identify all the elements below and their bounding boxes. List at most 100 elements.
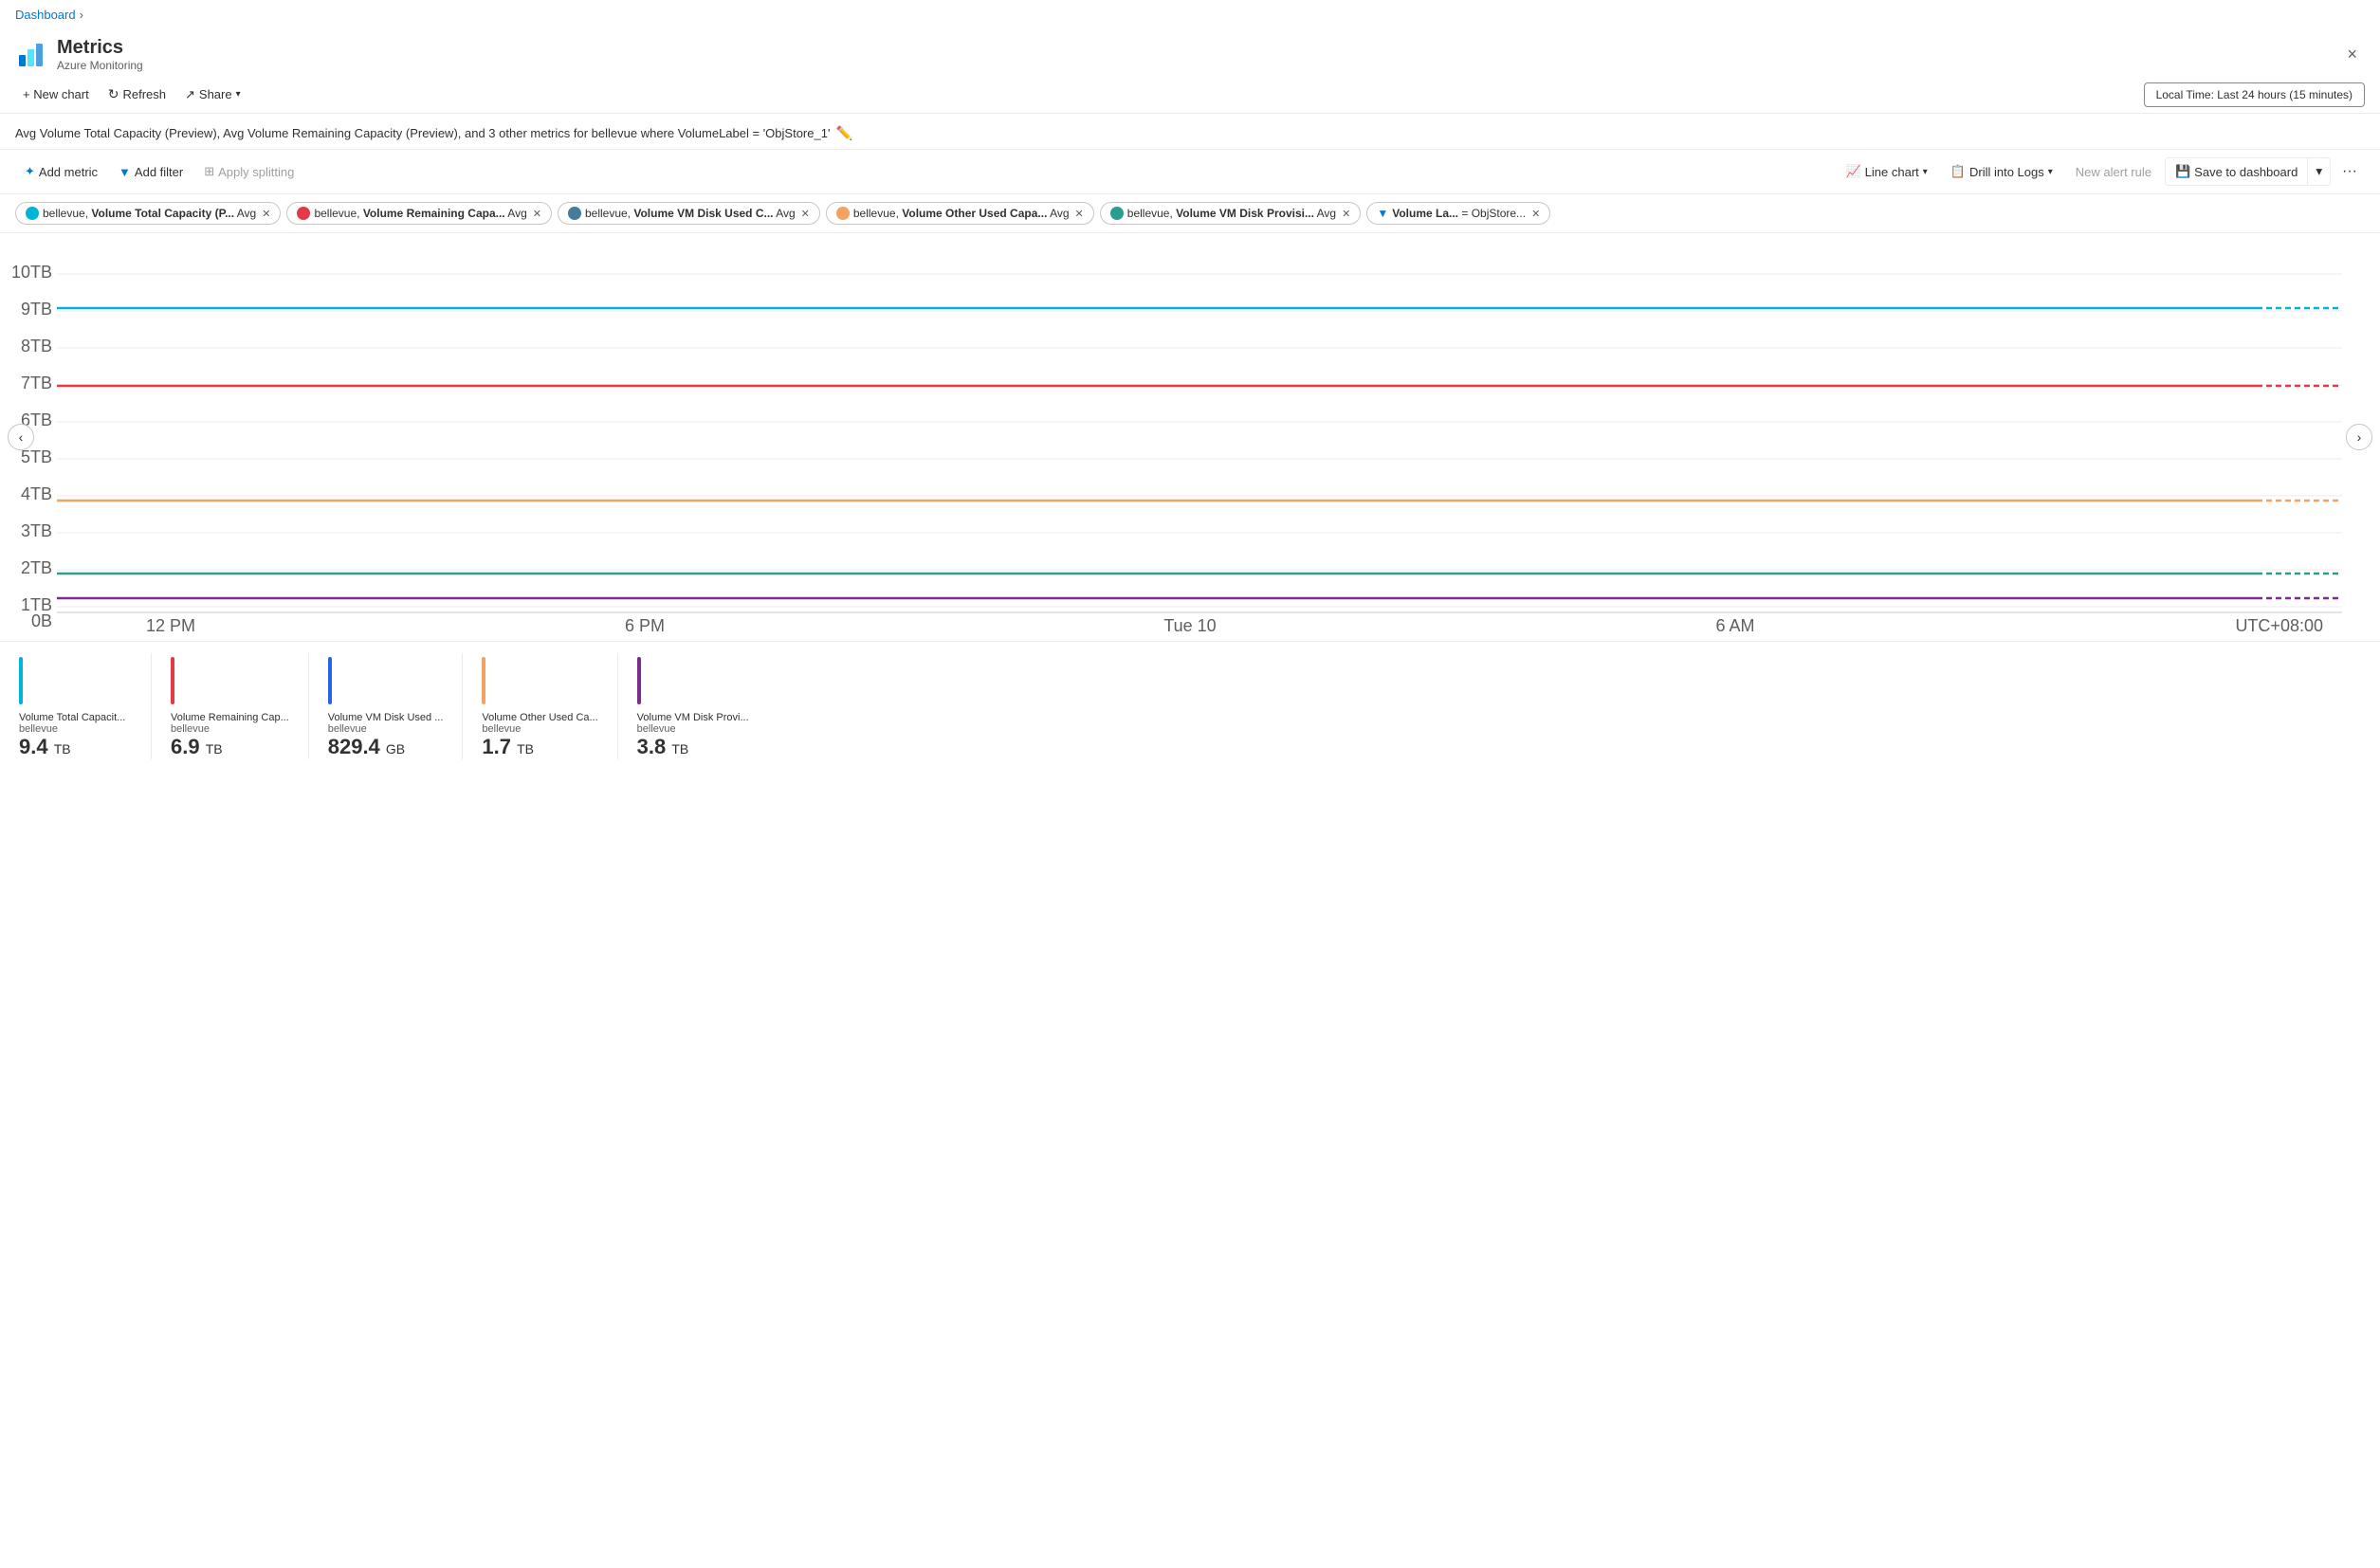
chart-title-text: Avg Volume Total Capacity (Preview), Avg… xyxy=(15,126,830,140)
legend-item-2: Volume Remaining Cap... bellevue 6.9 TB xyxy=(152,653,309,759)
tag-1-text: bellevue, Volume Total Capacity (P... Av… xyxy=(43,207,256,220)
refresh-button[interactable]: ↻ Refresh xyxy=(101,82,174,107)
refresh-icon: ↻ xyxy=(108,86,119,102)
metric-tag-4: bellevue, Volume Other Used Capa... Avg … xyxy=(826,202,1094,225)
share-dropdown-icon: ▾ xyxy=(236,89,241,100)
app-icon xyxy=(15,40,46,70)
legend-item-4: Volume Other Used Ca... bellevue 1.7 TB xyxy=(463,653,617,759)
chart-area: ‹ 10TB 9TB 8TB 7TB 6TB 5TB 4TB 3TB xyxy=(0,233,2380,641)
legend-5-subtitle: bellevue xyxy=(637,723,749,735)
legend-3-color-bar xyxy=(328,657,332,704)
add-metric-icon: ✦ xyxy=(25,164,35,179)
drill-into-logs-button[interactable]: 📋 Drill into Logs ▾ xyxy=(1941,158,2062,185)
svg-text:8TB: 8TB xyxy=(21,337,52,356)
add-metric-button[interactable]: ✦ Add metric xyxy=(15,158,107,185)
tag-2-icon xyxy=(297,207,310,220)
filter-tag: ▼ Volume La... = ObjStore... ✕ xyxy=(1366,202,1550,225)
chart-plot-area: 10TB 9TB 8TB 7TB 6TB 5TB 4TB 3TB 2TB 1TB… xyxy=(0,233,2380,641)
filter-icon: ▼ xyxy=(1377,207,1388,220)
chart-svg: 10TB 9TB 8TB 7TB 6TB 5TB 4TB 3TB 2TB 1TB… xyxy=(0,233,2380,641)
metric-tag-3: bellevue, Volume VM Disk Used C... Avg ✕ xyxy=(558,202,820,225)
tag-3-icon xyxy=(568,207,581,220)
legend-2-content: Volume Remaining Cap... bellevue 6.9 TB xyxy=(171,712,289,759)
svg-text:12 PM: 12 PM xyxy=(146,616,195,635)
legend-3-value: 829.4 GB xyxy=(328,735,444,759)
breadcrumb: Dashboard › xyxy=(0,0,2380,29)
tag-1-icon xyxy=(26,207,39,220)
save-to-dashboard-group: 💾 Save to dashboard ▾ xyxy=(2165,157,2331,186)
tag-4-icon xyxy=(836,207,850,220)
tag-5-icon xyxy=(1110,207,1124,220)
tag-5-close[interactable]: ✕ xyxy=(1342,208,1350,220)
time-range-button[interactable]: Local Time: Last 24 hours (15 minutes) xyxy=(2144,82,2365,107)
svg-text:4TB: 4TB xyxy=(21,484,52,503)
title-block: Metrics Azure Monitoring xyxy=(57,37,143,72)
main-toolbar: + New chart ↻ Refresh ↗ Share ▾ Local Ti… xyxy=(0,76,2380,114)
drill-dropdown-icon: ▾ xyxy=(2048,167,2053,177)
svg-text:5TB: 5TB xyxy=(21,447,52,466)
tag-4-text: bellevue, Volume Other Used Capa... Avg xyxy=(853,207,1070,220)
metric-tag-2: bellevue, Volume Remaining Capa... Avg ✕ xyxy=(286,202,552,225)
svg-text:2TB: 2TB xyxy=(21,558,52,577)
svg-text:9TB: 9TB xyxy=(21,300,52,319)
metric-tag-1: bellevue, Volume Total Capacity (P... Av… xyxy=(15,202,281,225)
metrics-toolbar-left: ✦ Add metric ▼ Add filter ⊞ Apply splitt… xyxy=(15,158,303,185)
edit-title-icon[interactable]: ✏️ xyxy=(835,125,851,141)
legend-4-subtitle: bellevue xyxy=(482,723,597,735)
tag-5-text: bellevue, Volume VM Disk Provisi... Avg xyxy=(1127,207,1336,220)
legend-item-1: Volume Total Capacit... bellevue 9.4 TB xyxy=(19,653,152,759)
save-dropdown-button[interactable]: ▾ xyxy=(2308,157,2331,186)
tag-3-close[interactable]: ✕ xyxy=(801,208,810,220)
page-subtitle: Azure Monitoring xyxy=(57,59,143,72)
metrics-toolbar: ✦ Add metric ▼ Add filter ⊞ Apply splitt… xyxy=(0,150,2380,194)
more-options-button[interactable]: ··· xyxy=(2334,157,2365,186)
legend-1-value: 9.4 TB xyxy=(19,735,125,759)
page-header: Metrics Azure Monitoring × xyxy=(0,29,2380,76)
metric-tag-5: bellevue, Volume VM Disk Provisi... Avg … xyxy=(1100,202,1362,225)
toolbar-left: + New chart ↻ Refresh ↗ Share ▾ xyxy=(15,82,248,107)
tag-2-close[interactable]: ✕ xyxy=(533,208,541,220)
svg-text:3TB: 3TB xyxy=(21,521,52,540)
toolbar-right: Local Time: Last 24 hours (15 minutes) xyxy=(2144,82,2365,107)
breadcrumb-chevron: › xyxy=(80,8,83,22)
legend-5-content: Volume VM Disk Provi... bellevue 3.8 TB xyxy=(637,712,749,759)
legend-3-title: Volume VM Disk Used ... xyxy=(328,712,444,723)
apply-splitting-icon: ⊞ xyxy=(204,164,214,179)
add-filter-icon: ▼ xyxy=(119,165,131,179)
chart-title-bar: Avg Volume Total Capacity (Preview), Avg… xyxy=(0,114,2380,150)
svg-text:10TB: 10TB xyxy=(11,263,52,282)
tag-4-close[interactable]: ✕ xyxy=(1075,208,1084,220)
legend-2-value: 6.9 TB xyxy=(171,735,289,759)
legend-3-content: Volume VM Disk Used ... bellevue 829.4 G… xyxy=(328,712,444,759)
breadcrumb-link[interactable]: Dashboard xyxy=(15,8,76,22)
chart-nav-left-button[interactable]: ‹ xyxy=(8,424,34,450)
tag-2-text: bellevue, Volume Remaining Capa... Avg xyxy=(314,207,526,220)
svg-text:0B: 0B xyxy=(31,611,52,630)
drill-icon: 📋 xyxy=(1950,164,1966,179)
metrics-toolbar-right: 📈 Line chart ▾ 📋 Drill into Logs ▾ New a… xyxy=(1836,157,2365,186)
page-title: Metrics xyxy=(57,37,143,59)
legend-4-content: Volume Other Used Ca... bellevue 1.7 TB xyxy=(482,712,597,759)
svg-text:UTC+08:00: UTC+08:00 xyxy=(2235,616,2323,635)
save-to-dashboard-button[interactable]: 💾 Save to dashboard xyxy=(2165,157,2308,186)
tag-1-close[interactable]: ✕ xyxy=(262,208,270,220)
legend-container: Volume Total Capacit... bellevue 9.4 TB … xyxy=(0,641,2380,771)
legend-2-subtitle: bellevue xyxy=(171,723,289,735)
add-filter-button[interactable]: ▼ Add filter xyxy=(109,159,192,185)
apply-splitting-button[interactable]: ⊞ Apply splitting xyxy=(194,158,303,185)
save-icon: 💾 xyxy=(2175,164,2190,179)
svg-text:6 PM: 6 PM xyxy=(625,616,665,635)
legend-4-value: 1.7 TB xyxy=(482,735,597,759)
share-button[interactable]: ↗ Share ▾ xyxy=(177,82,248,107)
filter-tag-close[interactable]: ✕ xyxy=(1531,208,1540,220)
new-chart-button[interactable]: + New chart xyxy=(15,82,97,106)
line-chart-button[interactable]: 📈 Line chart ▾ xyxy=(1836,158,1936,185)
chart-nav-right-button[interactable]: › xyxy=(2346,424,2372,450)
legend-item-5: Volume VM Disk Provi... bellevue 3.8 TB xyxy=(618,653,768,759)
legend-5-title: Volume VM Disk Provi... xyxy=(637,712,749,723)
new-alert-rule-button[interactable]: New alert rule xyxy=(2066,159,2161,185)
legend-5-color-bar xyxy=(637,657,641,704)
filter-tag-text: Volume La... = ObjStore... xyxy=(1392,207,1526,220)
close-button[interactable]: × xyxy=(2339,41,2365,68)
share-icon: ↗ xyxy=(185,87,195,102)
